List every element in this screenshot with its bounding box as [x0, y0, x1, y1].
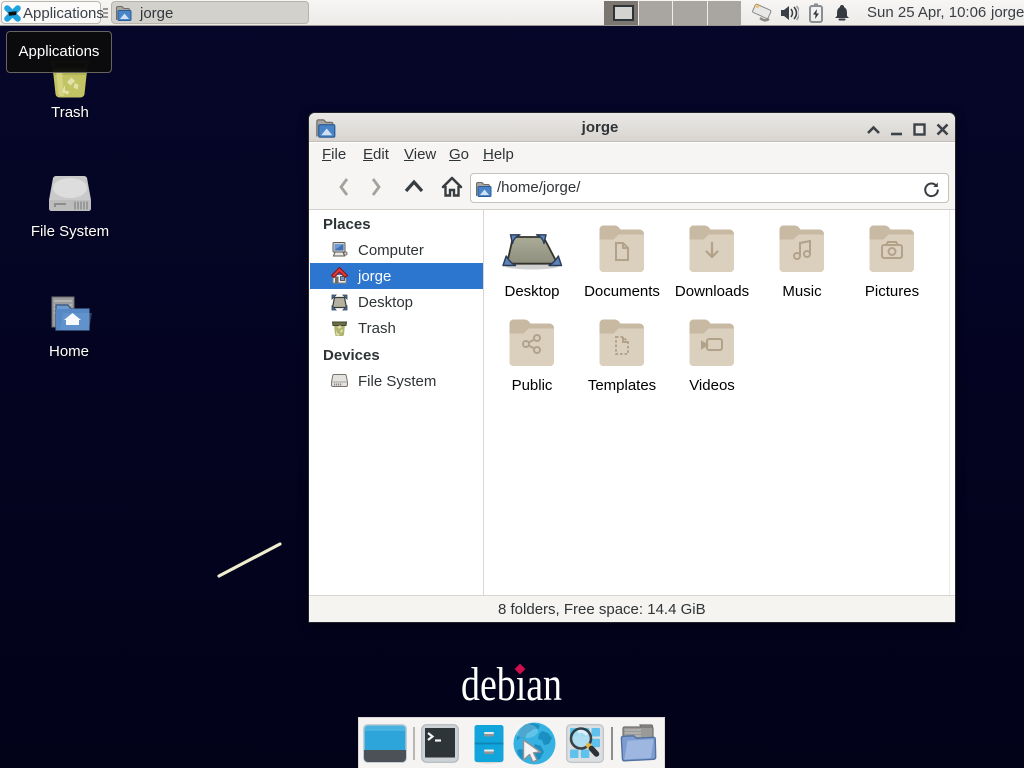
- svg-text:debıan: debıan: [461, 658, 562, 711]
